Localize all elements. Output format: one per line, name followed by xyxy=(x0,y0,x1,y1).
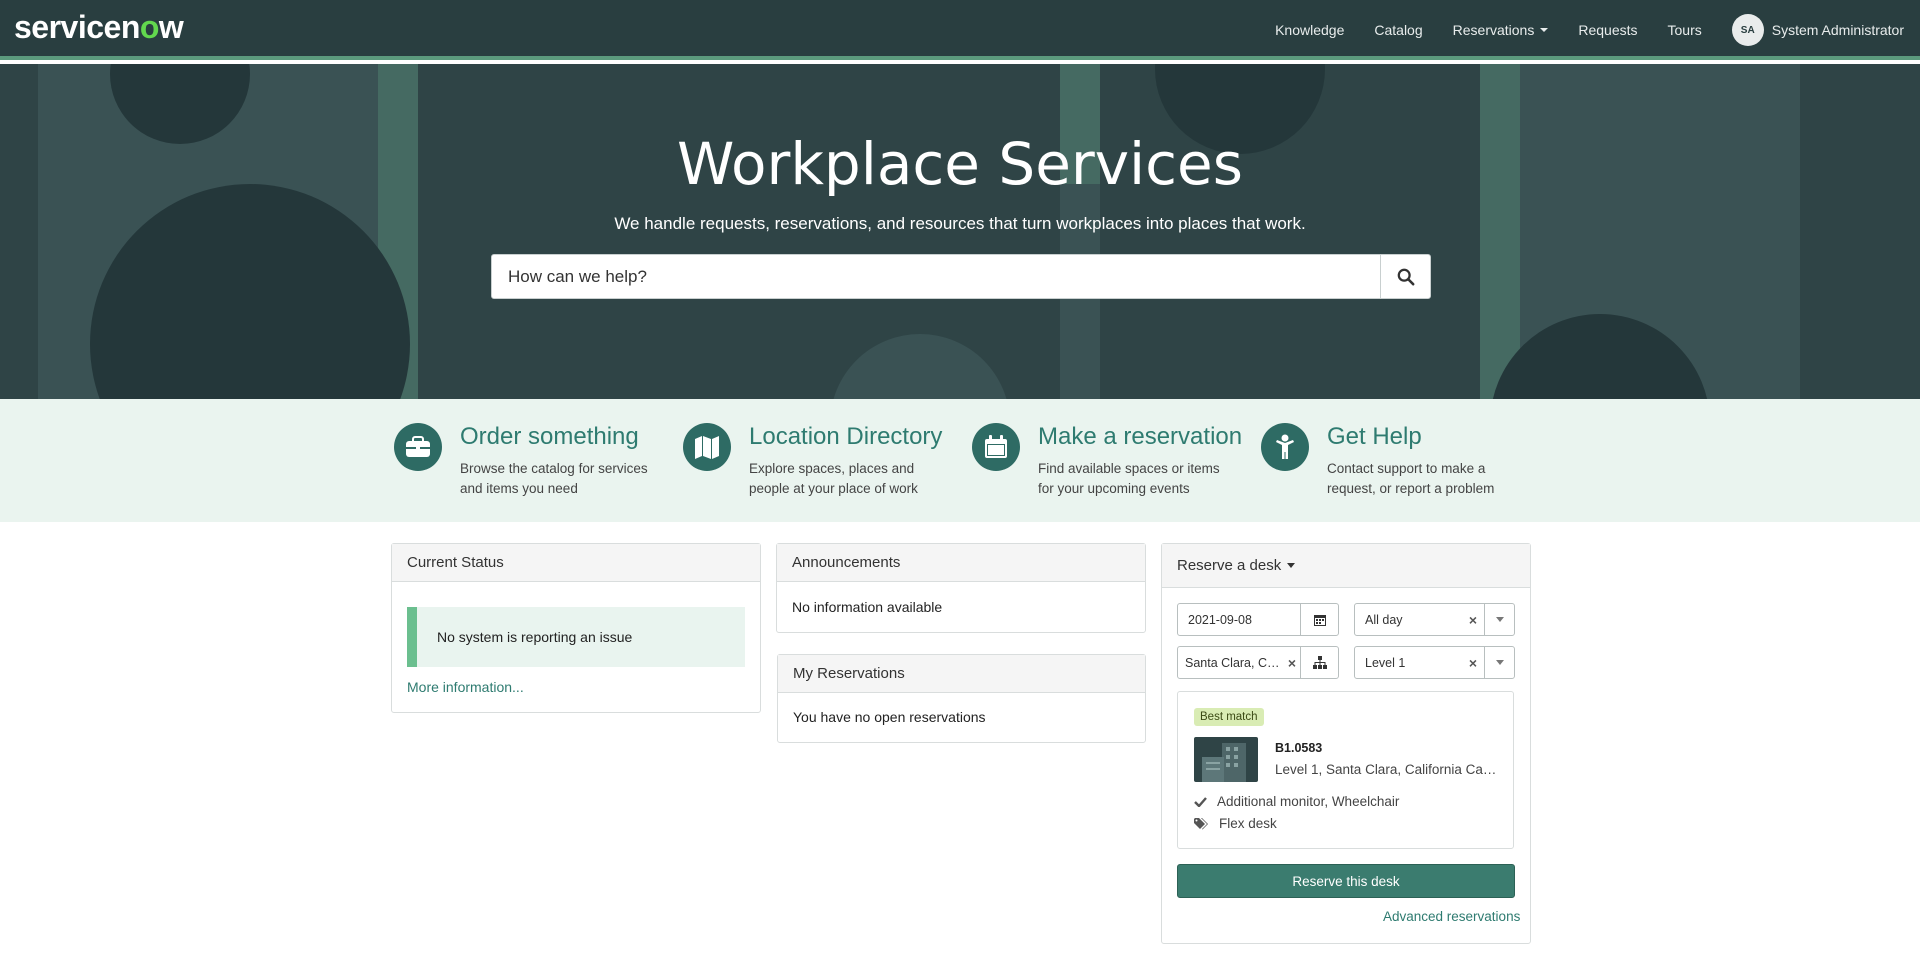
desk-location: Level 1, Santa Clara, California Cam... xyxy=(1275,762,1500,777)
user-name: System Administrator xyxy=(1771,22,1904,38)
servicenow-logo[interactable]: servicenow xyxy=(14,9,184,46)
panel-title: My Reservations xyxy=(778,655,1145,693)
quick-link-desc: Explore spaces, places and people at you… xyxy=(749,461,918,496)
page-subtitle: We handle requests, reservations, and re… xyxy=(614,214,1306,233)
level-value: Level 1 xyxy=(1365,655,1406,670)
caret-down-icon xyxy=(1495,617,1504,622)
nav-reservations[interactable]: Reservations xyxy=(1453,22,1549,38)
tags-icon xyxy=(1194,817,1208,829)
quick-link-desc: Contact support to make a request, or re… xyxy=(1327,461,1495,496)
person-help-icon xyxy=(1261,423,1309,471)
building-icon xyxy=(1202,743,1246,782)
briefcase-icon xyxy=(394,423,442,471)
quick-link-order[interactable]: Order something Browse the catalog for s… xyxy=(394,423,660,499)
location-tree-button[interactable] xyxy=(1300,647,1338,678)
user-menu[interactable]: SA System Administrator xyxy=(1731,14,1904,46)
nav-knowledge[interactable]: Knowledge xyxy=(1275,22,1344,38)
announcements-body: No information available xyxy=(792,599,943,615)
avatar: SA xyxy=(1731,14,1764,46)
clear-icon[interactable]: × xyxy=(1462,655,1484,671)
hierarchy-icon xyxy=(1312,656,1327,669)
advanced-reservations-link[interactable]: Advanced reservations xyxy=(1383,909,1520,924)
search-bar xyxy=(491,254,1431,299)
quick-link-location[interactable]: Location Directory Explore spaces, place… xyxy=(683,423,949,499)
search-input[interactable] xyxy=(492,255,1380,298)
best-match-badge: Best match xyxy=(1194,708,1264,726)
caret-down-icon xyxy=(1287,563,1296,568)
dropdown-toggle[interactable] xyxy=(1484,604,1514,635)
current-status-panel: Current Status No system is reporting an… xyxy=(391,543,761,713)
page-title: Workplace Services xyxy=(677,130,1243,198)
main-nav: Knowledge Catalog Reservations Requests … xyxy=(1245,0,1904,60)
hero-banner: Workplace Services We handle requests, r… xyxy=(0,64,1920,399)
quick-link-help[interactable]: Get Help Contact support to make a reque… xyxy=(1261,423,1527,499)
desk-features: Additional monitor, Wheelchair xyxy=(1194,794,1399,809)
clear-icon[interactable]: × xyxy=(1284,655,1300,671)
desk-type: Flex desk xyxy=(1194,816,1277,831)
panel-title: Reserve a desk xyxy=(1177,557,1282,574)
more-information-link[interactable]: More information... xyxy=(407,679,524,695)
nav-reservations-label: Reservations xyxy=(1452,22,1535,38)
building-thumbnail xyxy=(1194,737,1258,782)
my-reservations-panel: My Reservations You have no open reserva… xyxy=(777,654,1146,743)
dropdown-toggle[interactable] xyxy=(1484,647,1514,678)
quick-link-title: Location Directory xyxy=(749,423,943,450)
status-message: No system is reporting an issue xyxy=(407,607,745,667)
panel-title: Current Status xyxy=(392,544,760,582)
logo-text-start: servicen xyxy=(14,9,140,45)
panel-body: No system is reporting an issue More inf… xyxy=(392,582,760,710)
location-value: Santa Clara, Cal... xyxy=(1185,655,1284,670)
logo-text-end: w xyxy=(158,9,184,45)
location-select[interactable]: Santa Clara, Cal... × xyxy=(1177,646,1339,679)
quick-links-band: Order something Browse the catalog for s… xyxy=(0,399,1920,522)
nav-catalog[interactable]: Catalog xyxy=(1374,22,1422,38)
calendar-icon xyxy=(1313,614,1326,626)
check-icon xyxy=(1194,797,1207,807)
my-reservations-body: You have no open reservations xyxy=(793,709,986,725)
caret-down-icon xyxy=(1495,660,1504,665)
reserve-type-dropdown[interactable]: Reserve a desk xyxy=(1162,544,1530,588)
level-select[interactable]: Level 1 × xyxy=(1354,646,1515,679)
map-icon xyxy=(683,423,731,471)
quick-link-title: Order something xyxy=(460,423,639,450)
features-text: Additional monitor, Wheelchair xyxy=(1217,794,1400,809)
time-select[interactable]: All day × xyxy=(1354,603,1515,636)
caret-down-icon xyxy=(1540,28,1549,32)
nav-requests[interactable]: Requests xyxy=(1578,22,1637,38)
top-navbar: servicenow Knowledge Catalog Reservation… xyxy=(0,0,1920,60)
date-value: 2021-09-08 xyxy=(1188,612,1252,627)
nav-tours[interactable]: Tours xyxy=(1668,22,1702,38)
announcements-panel: Announcements No information available xyxy=(776,543,1146,633)
clear-icon[interactable]: × xyxy=(1462,612,1484,628)
search-icon xyxy=(1397,268,1414,285)
panel-title: Announcements xyxy=(777,544,1145,582)
desk-type-text: Flex desk xyxy=(1219,816,1277,831)
quick-link-desc: Browse the catalog for services and item… xyxy=(460,461,648,496)
logo-text-o: o xyxy=(139,9,160,45)
hero-decoration xyxy=(830,334,1010,399)
calendar-button[interactable] xyxy=(1300,604,1338,635)
time-value: All day xyxy=(1365,612,1403,627)
quick-link-reservation[interactable]: Make a reservation Find available spaces… xyxy=(972,423,1242,499)
date-picker[interactable]: 2021-09-08 xyxy=(1177,603,1339,636)
calendar-icon xyxy=(972,423,1020,471)
desk-result-card[interactable]: Best match B1.0583 Level 1, Santa Clara,… xyxy=(1177,691,1514,849)
reserve-desk-button[interactable]: Reserve this desk xyxy=(1177,864,1515,898)
quick-link-title: Get Help xyxy=(1327,423,1422,450)
quick-link-title: Make a reservation xyxy=(1038,423,1243,450)
desk-id: B1.0583 xyxy=(1275,741,1323,755)
search-button[interactable] xyxy=(1380,255,1430,298)
quick-link-desc: Find available spaces or items for your … xyxy=(1038,461,1220,496)
